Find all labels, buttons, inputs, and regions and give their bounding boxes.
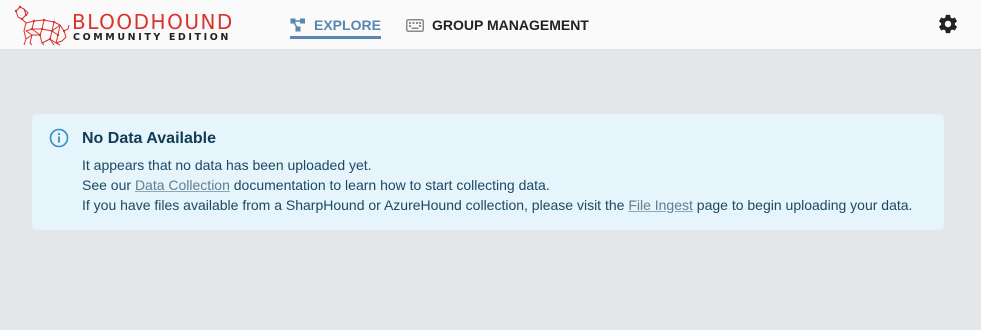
bloodhound-dog-icon (14, 5, 70, 46)
brand-name-hound: HOUND (150, 10, 234, 34)
tab-group-management-label: GROUP MANAGEMENT (432, 17, 589, 33)
active-tab-indicator (290, 36, 381, 39)
alert-line-2: See our Data Collection documentation to… (82, 177, 550, 193)
tab-explore-label: EXPLORE (314, 17, 381, 33)
settings-button[interactable] (937, 13, 959, 35)
alert-line-2-suffix: documentation to learn how to start coll… (229, 177, 550, 193)
data-collection-link[interactable]: Data Collection (135, 177, 230, 193)
file-ingest-link[interactable]: File Ingest (628, 197, 693, 213)
brand-name: BLOODHOUND (72, 12, 234, 32)
graph-nodes-icon (290, 18, 306, 32)
alert-line-3: If you have files available from a Sharp… (82, 197, 912, 213)
tab-explore[interactable]: EXPLORE (290, 0, 381, 50)
tab-group-management[interactable]: GROUP MANAGEMENT (406, 0, 589, 50)
keyboard-icon (406, 18, 424, 32)
brand-edition: COMMUNITY EDITION (73, 32, 231, 43)
alert-line-2-prefix: See our (82, 177, 135, 193)
info-circle-icon (49, 128, 69, 148)
alert-line-3-suffix: page to begin uploading your data. (692, 197, 913, 213)
brand-name-blood: BLOOD (72, 10, 151, 34)
alert-line-1: It appears that no data has been uploade… (82, 157, 372, 173)
gear-icon (939, 14, 957, 34)
no-data-alert: No Data Available It appears that no dat… (32, 114, 944, 230)
bloodhound-logo[interactable]: BLOODHOUND COMMUNITY EDITION (12, 5, 232, 47)
alert-title: No Data Available (82, 130, 216, 147)
alert-line-3-prefix: If you have files available from a Sharp… (82, 197, 629, 213)
top-navigation-bar: BLOODHOUND COMMUNITY EDITION EXPLORE GRO… (0, 0, 981, 50)
